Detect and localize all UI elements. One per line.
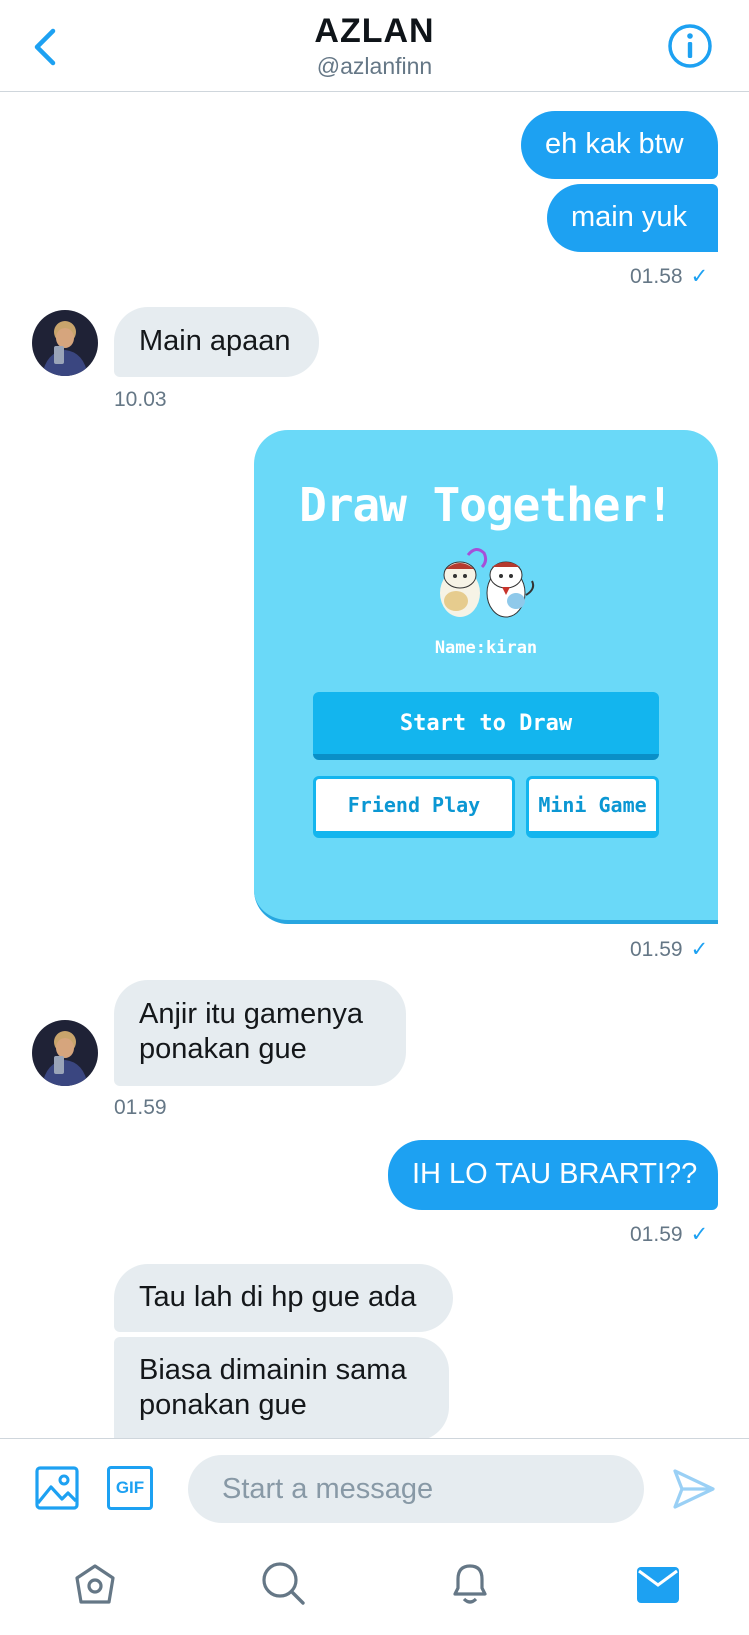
outgoing-message[interactable]: IH LO TAU BRARTI?? xyxy=(388,1140,718,1210)
message-text-line: Anjir itu gamenya xyxy=(139,998,364,1030)
info-icon[interactable] xyxy=(666,22,714,70)
message-text-line: Biasa dimainin sama xyxy=(139,1354,407,1386)
gif-label: GIF xyxy=(115,1478,145,1497)
message-timestamp: 01.59 xyxy=(114,1096,167,1119)
timestamp-text: 01.58 xyxy=(630,265,683,288)
bell-icon[interactable] xyxy=(447,1560,493,1606)
conversation-header: AZLAN @azlanfinn xyxy=(0,0,749,92)
user-handle: @azlanfinn xyxy=(316,53,433,79)
message-text-line: ponakan gue xyxy=(139,1033,307,1065)
sent-check-icon: ✓ xyxy=(690,938,709,961)
message-text: Main apaan xyxy=(139,325,291,357)
outgoing-message[interactable]: eh kak btw xyxy=(521,111,718,179)
friend-play-button[interactable]: Friend Play xyxy=(313,776,515,838)
gif-icon[interactable]: GIF xyxy=(107,1466,153,1510)
incoming-message[interactable]: Biasa dimainin sama ponakan gue xyxy=(114,1337,449,1441)
player-name-label: Name:kiran xyxy=(434,638,538,658)
sent-check-icon: ✓ xyxy=(690,1223,709,1246)
send-icon[interactable] xyxy=(672,1467,716,1511)
timestamp-text: 01.59 xyxy=(630,938,683,961)
message-text: Tau lah di hp gue ada xyxy=(139,1281,417,1313)
message-input[interactable] xyxy=(188,1455,644,1523)
game-mascot-illustration xyxy=(432,545,538,625)
message-timestamp: 01.59 ✓ xyxy=(630,937,708,962)
home-icon[interactable] xyxy=(73,1562,117,1606)
game-title: Draw Together! xyxy=(299,478,674,532)
message-timestamp: 01.58 ✓ xyxy=(630,264,708,289)
page-title: AZLAN xyxy=(314,12,435,50)
message-timestamp: 10.03 xyxy=(114,388,167,411)
start-to-draw-button[interactable]: Start to Draw xyxy=(313,692,659,760)
message-text: IH LO TAU BRARTI?? xyxy=(412,1158,698,1190)
incoming-message[interactable]: Main apaan xyxy=(114,307,319,377)
message-composer: GIF xyxy=(0,1438,749,1543)
avatar[interactable] xyxy=(32,310,98,376)
message-text: eh kak btw xyxy=(545,128,684,160)
message-text: main yuk xyxy=(571,201,688,233)
timestamp-text: 01.59 xyxy=(630,1223,683,1246)
message-text-line: ponakan gue xyxy=(139,1389,307,1421)
bottom-tab-bar xyxy=(0,1540,749,1635)
image-icon[interactable] xyxy=(34,1465,80,1511)
mini-game-button[interactable]: Mini Game xyxy=(526,776,659,838)
sent-check-icon: ✓ xyxy=(690,265,709,288)
avatar[interactable] xyxy=(32,1020,98,1086)
message-timestamp: 01.59 ✓ xyxy=(630,1222,708,1247)
search-icon[interactable] xyxy=(260,1560,306,1606)
mail-icon[interactable] xyxy=(636,1565,680,1605)
incoming-message[interactable]: Tau lah di hp gue ada xyxy=(114,1264,453,1332)
outgoing-message[interactable]: main yuk xyxy=(547,184,718,252)
incoming-message[interactable]: Anjir itu gamenya ponakan gue xyxy=(114,980,406,1086)
shared-game-card[interactable]: Draw Together! Name:kiran Start to Draw … xyxy=(254,430,718,924)
